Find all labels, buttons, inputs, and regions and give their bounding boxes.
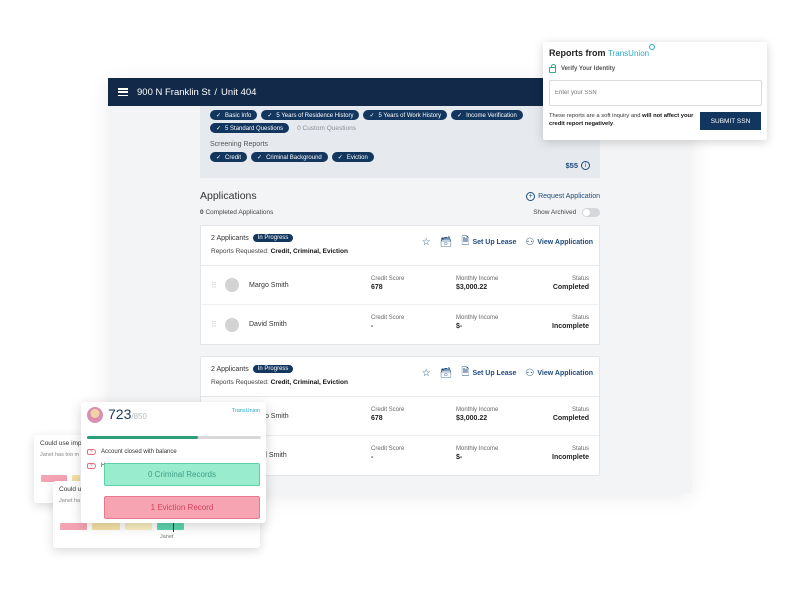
score-progress-bar xyxy=(87,436,261,439)
status-badge: In Progress xyxy=(252,234,294,242)
range-bar-segment xyxy=(92,523,120,530)
requested-summary: ✓ Basic Info ✓ 5 Years of Residence Histor… xyxy=(200,106,600,178)
custom-questions-label: 0 Custom Questions xyxy=(297,124,356,132)
drag-handle-icon[interactable]: ⠿ xyxy=(211,281,217,290)
check-icon: ✓ xyxy=(337,154,343,161)
view-application-link[interactable]: ⚇ View Application xyxy=(525,368,593,379)
credit-score: - xyxy=(371,323,374,330)
range-bar-segment xyxy=(157,523,184,530)
applicants-count: 2 Applicants xyxy=(211,365,249,373)
applicant-row[interactable]: ⠿ David Smith Credit Score- Monthly Inco… xyxy=(201,305,599,344)
show-archived-toggle[interactable] xyxy=(582,208,600,217)
document-icon: 🗎 xyxy=(461,236,470,247)
chip-work-history: ✓ 5 Years of Work History xyxy=(363,110,448,120)
user-check-icon: ⚇ xyxy=(525,237,535,248)
screening-chips: ✓ Credit ✓ Criminal Background ✓ Eviction xyxy=(210,152,590,162)
completed-applications: 0 Completed Applications xyxy=(200,209,274,216)
check-icon: ✓ xyxy=(369,112,375,119)
chip-standard-questions: ✓ 5 Standard Questions xyxy=(210,123,290,133)
alert-tag-icon: × xyxy=(87,449,96,455)
breadcrumb-unit: Unit 404 xyxy=(221,86,257,98)
applications-header: Applications + Request Application xyxy=(200,190,600,202)
user-check-icon: ⚇ xyxy=(525,368,535,379)
chip-residence-history: ✓ 5 Years of Residence History xyxy=(261,110,360,120)
credit-score: 678 xyxy=(371,415,383,422)
credit-score-value: 723/850 xyxy=(108,406,147,422)
soft-inquiry-note: These reports are a soft inquiry and wil… xyxy=(549,113,694,127)
chip-income-verification: ✓ Income Verification xyxy=(451,110,523,120)
applicants-count: 2 Applicants xyxy=(211,234,249,242)
check-icon: ✓ xyxy=(216,125,222,132)
breadcrumb-separator: / xyxy=(214,86,218,98)
set-up-lease-link[interactable]: 🗎 Set Up Lease xyxy=(461,234,516,251)
applicant-name: Margo Smith xyxy=(249,281,289,289)
star-icon[interactable]: ☆ xyxy=(422,237,431,248)
archive-icon[interactable]: 🗃 xyxy=(440,237,453,248)
drag-handle-icon[interactable]: ⠿ xyxy=(211,320,217,329)
view-application-link[interactable]: ⚇ View Application xyxy=(525,237,593,248)
avatar xyxy=(87,407,103,423)
check-icon: ✓ xyxy=(457,112,463,119)
info-icon[interactable]: i xyxy=(581,161,590,170)
ssn-input[interactable] xyxy=(549,80,762,106)
applications-title: Applications xyxy=(200,190,257,202)
chip-credit: ✓ Credit xyxy=(210,152,248,162)
alert-tag-icon: × xyxy=(87,463,96,469)
avatar xyxy=(225,278,239,292)
submit-ssn-button[interactable]: SUBMIT SSN xyxy=(700,112,761,130)
monthly-income: $3,000.22 xyxy=(456,415,488,422)
stage: 900 N Franklin St / Unit 404 ✓ Basic Info… xyxy=(0,0,800,600)
applicant-status: Incomplete xyxy=(552,323,589,330)
monthly-income: $- xyxy=(456,323,463,330)
applicant-row[interactable]: ⠿ Margo Smith Credit Score678 Monthly In… xyxy=(201,266,599,305)
breadcrumb-address[interactable]: 900 N Franklin St xyxy=(137,87,210,98)
credit-score-card: 723/850 TransUnion × Account closed with … xyxy=(81,402,266,523)
screening-price: $55 i xyxy=(565,161,590,170)
verify-identity: Verify Your Identity xyxy=(549,64,761,73)
credit-score: 678 xyxy=(371,284,383,291)
popup-title: Reports from TransUnion xyxy=(549,44,761,58)
status-badge: In Progress xyxy=(252,365,294,373)
chip-basic-info: ✓ Basic Info xyxy=(210,110,258,120)
lock-icon xyxy=(549,64,556,73)
check-icon: ✓ xyxy=(267,112,273,119)
check-icon: ✓ xyxy=(216,112,222,119)
application-chips: ✓ Basic Info ✓ 5 Years of Residence Histor… xyxy=(210,110,590,120)
transunion-logo: TransUnion xyxy=(608,44,656,58)
transunion-logo: TransUnion xyxy=(231,408,260,414)
star-icon[interactable]: ☆ xyxy=(422,368,431,379)
score-progress-fill xyxy=(87,436,199,439)
applicant-status: Completed xyxy=(552,415,589,422)
avatar xyxy=(225,317,239,332)
check-icon: ✓ xyxy=(216,154,222,161)
ssn-verification-popup: Reports from TransUnion Verify Your Iden… xyxy=(543,42,767,140)
plus-circle-icon: + xyxy=(526,191,536,201)
set-up-lease-link[interactable]: 🗎 Set Up Lease xyxy=(461,365,516,382)
alert-item: ×H xyxy=(87,463,105,469)
monthly-income: $- xyxy=(456,454,463,461)
applicant-status: Incomplete xyxy=(552,454,589,461)
document-icon: 🗎 xyxy=(461,367,470,378)
menu-icon[interactable] xyxy=(118,88,128,96)
alert-item: × Account closed with balance xyxy=(87,449,177,455)
marker-label: Janet xyxy=(160,534,174,540)
check-icon: ✓ xyxy=(257,154,263,161)
applicant-name: Margo Smith xyxy=(249,412,289,420)
applicant-name: David Smith xyxy=(249,321,287,328)
applicant-status: Completed xyxy=(552,284,589,291)
chip-criminal-background: ✓ Criminal Background xyxy=(251,152,328,162)
applicant-name: David Smith xyxy=(249,452,287,459)
monthly-income: $3,000.22 xyxy=(456,284,488,291)
show-archived: Show Archived xyxy=(533,208,600,217)
credit-score: - xyxy=(371,454,374,461)
application-card: 2 Applicants In Progress Reports Request… xyxy=(200,225,600,345)
chip-eviction: ✓ Eviction xyxy=(331,152,374,162)
range-bar-segment xyxy=(60,523,87,530)
request-application-button[interactable]: + Request Application xyxy=(526,191,600,201)
archive-icon[interactable]: 🗃 xyxy=(440,368,453,379)
criminal-records-box: 0 Criminal Records xyxy=(104,463,260,486)
range-bar-segment xyxy=(125,523,152,530)
screening-reports-label: Screening Reports xyxy=(210,141,268,148)
eviction-records-box: 1 Eviction Record xyxy=(104,496,260,519)
